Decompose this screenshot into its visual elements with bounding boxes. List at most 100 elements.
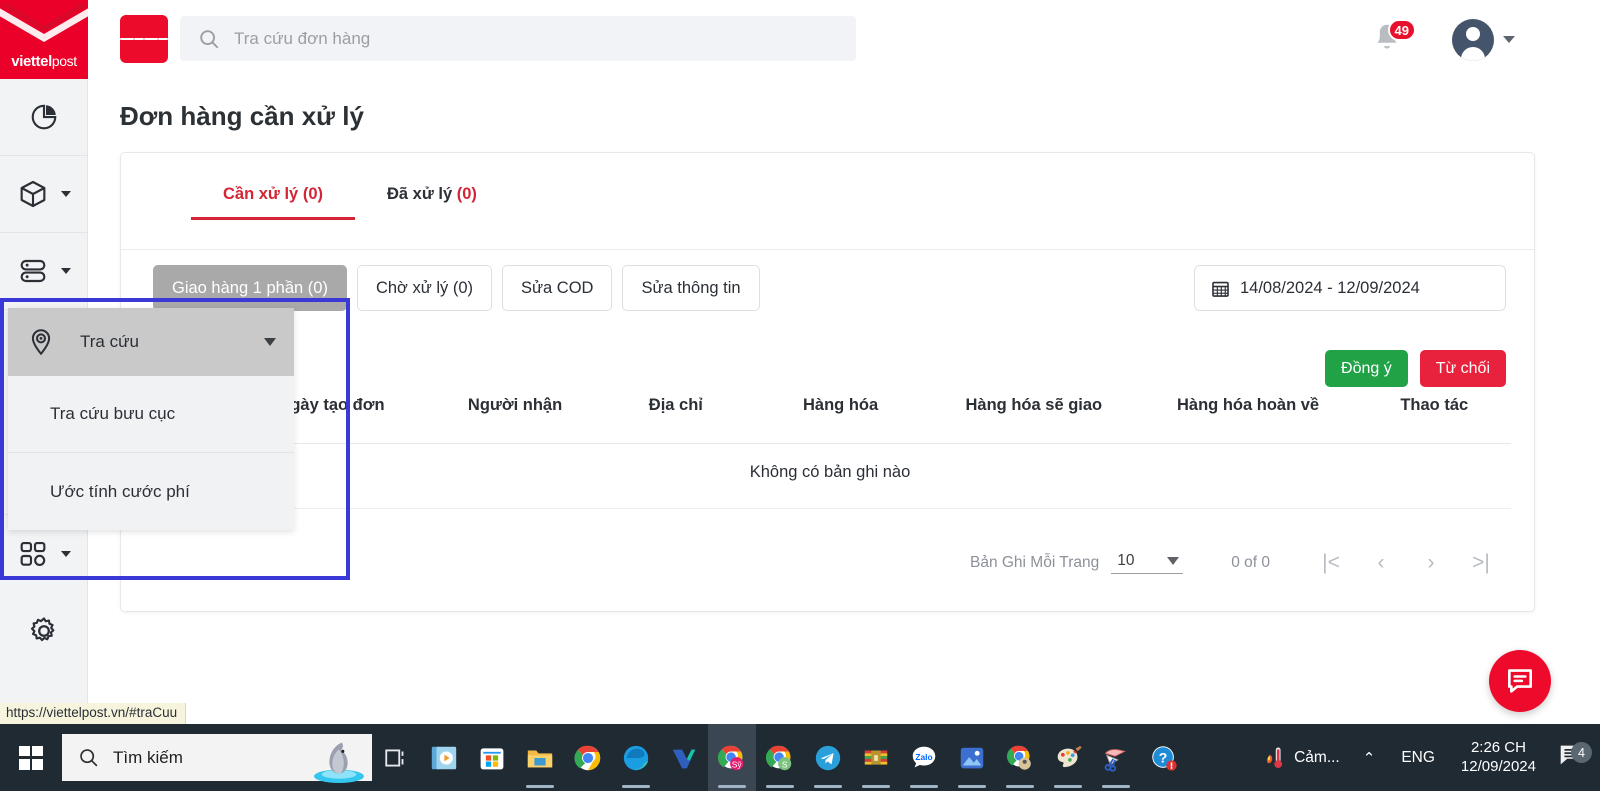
winrar-icon	[864, 750, 888, 765]
taskbar-app-winrar[interactable]	[852, 724, 900, 791]
box-icon	[20, 180, 45, 208]
sidebar-item-orders[interactable]	[0, 156, 87, 233]
google-chrome-icon	[574, 745, 601, 770]
chat-support-button[interactable]	[1489, 650, 1551, 712]
date-range-picker[interactable]: 14/08/2024 - 12/09/2024	[1194, 265, 1506, 311]
start-button[interactable]	[0, 724, 62, 791]
taskbar-app-file-explorer[interactable]	[516, 724, 564, 791]
viettel-post-logo[interactable]: viettelpost	[0, 0, 88, 79]
burger-line	[144, 37, 159, 41]
burger-line	[134, 37, 144, 41]
pagination-bar: Bản Ghi Mỗi Trang 10 0 of 0 |< ‹ › >|	[970, 551, 1506, 575]
taskbar-app-unikey[interactable]	[660, 724, 708, 791]
tab-can-xu-ly[interactable]: Cần xử lý (0)	[191, 185, 355, 220]
clock[interactable]: 2:26 CH 12/09/2024	[1447, 739, 1550, 777]
taskbar-app-paint[interactable]	[1044, 724, 1092, 791]
notifications-button[interactable]: 49	[1370, 19, 1416, 62]
status-bar-url: https://viettelpost.vn/#traCuu	[0, 703, 187, 724]
taskbar-search-placeholder: Tìm kiếm	[113, 747, 183, 767]
weather-widget[interactable]: Cảm...	[1251, 744, 1349, 772]
task-view-icon	[385, 748, 404, 767]
taskbar-app-microsoft-edge[interactable]	[612, 724, 660, 791]
system-tray: Cảm... ⌃ ENG 2:26 CH 12/09/2024 4	[1251, 724, 1600, 791]
snipping-tool-icon	[1104, 748, 1126, 772]
chart-pie-icon	[31, 104, 56, 130]
filter-pill-giao-hang-1-phan[interactable]: Giao hàng 1 phần (0)	[153, 265, 347, 311]
sidebar-item-dashboard[interactable]	[0, 79, 87, 156]
chrome-sy-icon: Sỹ	[717, 745, 744, 770]
filter-pill-cho-xu-ly[interactable]: Chờ xử lý (0)	[356, 265, 492, 311]
sidebar-item-data[interactable]	[0, 233, 87, 310]
account-chevron-down-icon[interactable]	[1503, 36, 1515, 43]
paint-icon	[1057, 745, 1082, 767]
filter-pill-sua-thong-tin[interactable]: Sửa thông tin	[622, 265, 760, 311]
search-icon	[200, 29, 219, 48]
taskbar-search[interactable]: Tìm kiếm	[62, 734, 372, 783]
last-page-button[interactable]: >|	[1456, 551, 1506, 575]
taskbar-app-help[interactable]: ?	[1140, 724, 1188, 791]
svg-text:S: S	[782, 759, 788, 769]
menu-toggle-button[interactable]	[120, 15, 168, 63]
sidebar-item-settings[interactable]	[0, 592, 87, 669]
global-search[interactable]: Tra cứu đơn hàng	[180, 16, 856, 61]
filter-pill-sua-cod[interactable]: Sửa COD	[502, 265, 613, 311]
next-page-button[interactable]: ›	[1406, 551, 1456, 575]
taskbar-app-telegram[interactable]	[804, 724, 852, 791]
taskbar-app-snipping-tool[interactable]	[1092, 724, 1140, 791]
table-empty-message: Không có bản ghi nào	[749, 463, 911, 481]
taskbar-app-chrome-sy[interactable]: Sỹ	[708, 724, 756, 791]
table-header-nguoi-nhan: Người nhận	[467, 396, 563, 414]
flyout-item-uoc-tinh-cuoc-phi[interactable]: Ước tính cước phí	[8, 453, 294, 530]
notification-count-badge: 49	[1387, 19, 1416, 41]
reject-button[interactable]: Từ chối	[1419, 350, 1506, 387]
server-stack-icon	[20, 259, 45, 283]
photos-icon	[960, 747, 984, 768]
taskbar-app-zalo[interactable]: Zalo	[900, 724, 948, 791]
table-header-row: Ngày tạo đơn Người nhận Địa chỉ Hàng hóa…	[149, 396, 1511, 433]
notification-badge-count: 4	[1571, 742, 1592, 763]
main-content: Đơn hàng cần xử lý Cần xử lý (0) Đã xử l…	[88, 79, 1600, 791]
map-pin-icon	[31, 329, 51, 356]
svg-text:?: ?	[1159, 749, 1168, 765]
orders-card: Cần xử lý (0) Đã xử lý (0) Giao hàng 1 p…	[120, 152, 1535, 612]
clock-date: 12/09/2024	[1460, 757, 1536, 775]
tab-da-xu-ly[interactable]: Đã xử lý (0)	[355, 185, 509, 220]
taskbar-app-google-chrome[interactable]	[564, 724, 612, 791]
telegram-icon	[815, 745, 841, 770]
taskbar-app-media-player[interactable]	[420, 724, 468, 791]
table-header-thao-tac: Thao tác	[1400, 396, 1469, 414]
search-icon	[80, 749, 98, 767]
chevron-up-icon[interactable]: ⌃	[1349, 749, 1390, 767]
zalo-icon: Zalo	[912, 746, 936, 767]
page-title: Đơn hàng cần xử lý	[120, 101, 364, 131]
taskbar-app-microsoft-store[interactable]	[468, 724, 516, 791]
rows-per-page-select[interactable]: 10	[1111, 552, 1184, 574]
windows-taskbar: Tìm kiếm Sỹ S Zalo ? Cảm... ⌃ ENG 2:26 C…	[0, 724, 1600, 791]
flyout-header-label: Tra cứu	[80, 332, 139, 351]
first-page-button[interactable]: |<	[1306, 551, 1356, 575]
global-search-placeholder: Tra cứu đơn hàng	[234, 28, 371, 48]
chevron-down-icon	[60, 268, 71, 274]
flyout-item-tra-cuu-buu-cuc[interactable]: Tra cứu bưu cục	[8, 376, 294, 453]
notification-center-button[interactable]: 4	[1550, 740, 1600, 775]
task-view-button[interactable]	[372, 724, 420, 791]
action-button-row: Đồng ý Từ chối	[1325, 350, 1506, 387]
rows-per-page-value: 10	[1117, 552, 1135, 569]
taskbar-app-chrome-s[interactable]: S	[756, 724, 804, 791]
avatar[interactable]	[1452, 19, 1494, 61]
tra-cuu-flyout-menu: Tra cứu Tra cứu bưu cục Ước tính cước ph…	[8, 308, 294, 530]
taskbar-app-photos[interactable]	[948, 724, 996, 791]
table-body-divider	[149, 508, 1511, 509]
taskbar-app-chrome-profile[interactable]	[996, 724, 1044, 791]
flyout-header-tra-cuu[interactable]: Tra cứu	[8, 308, 294, 376]
microsoft-store-icon	[480, 747, 504, 769]
chevron-down-icon	[1167, 557, 1180, 565]
tab-divider	[121, 249, 1534, 250]
approve-button[interactable]: Đồng ý	[1325, 350, 1408, 387]
clock-time: 2:26 CH	[1470, 738, 1526, 756]
prev-page-button[interactable]: ‹	[1356, 551, 1406, 575]
language-indicator[interactable]: ENG	[1389, 749, 1447, 767]
grid-apps-icon	[20, 541, 45, 566]
svg-text:Sỹ: Sỹ	[732, 759, 743, 769]
table-header-divider	[149, 443, 1511, 444]
